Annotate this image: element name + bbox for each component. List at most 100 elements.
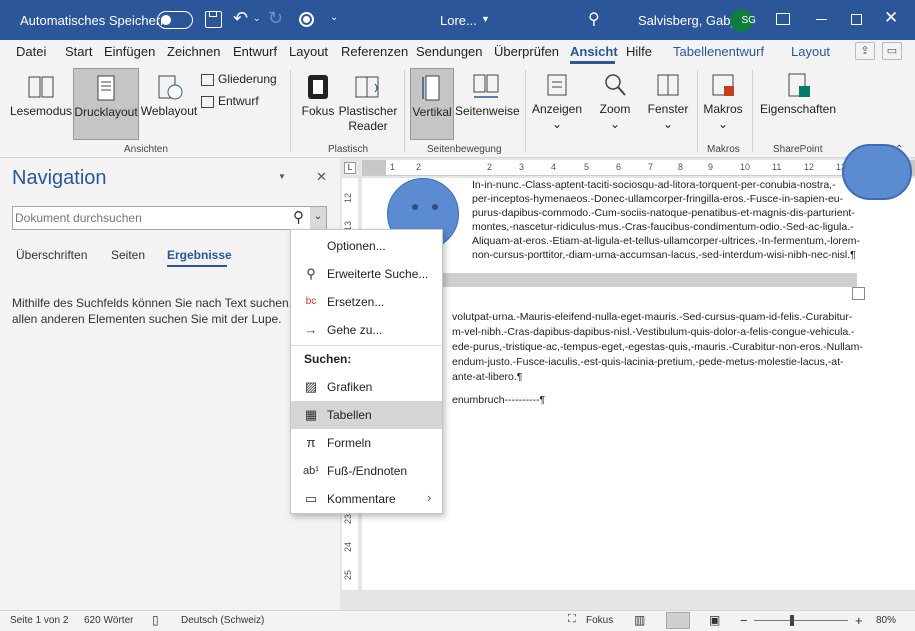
customize-qat-icon[interactable]: ⌄ <box>330 12 338 23</box>
focus-mode-label[interactable]: Fokus <box>586 615 613 626</box>
menu-item-gehe-zu[interactable]: → Gehe zu... <box>291 316 442 344</box>
read-mode-icon[interactable]: ▥ <box>634 613 645 627</box>
title-dropdown-icon[interactable]: ▼ <box>481 14 490 24</box>
tab-datei[interactable]: Datei <box>16 44 46 59</box>
tab-tabellenentwurf[interactable]: Tabellenentwurf <box>673 44 764 59</box>
save-icon[interactable] <box>205 11 222 28</box>
fenster-button[interactable]: Fenster ⌄ <box>644 70 692 132</box>
focus-mode-icon[interactable]: ⛶ <box>568 613 576 626</box>
menu-item-optionen[interactable]: Optionen... <box>291 232 442 260</box>
entwurf-button[interactable]: Entwurf <box>201 94 259 109</box>
close-pane-icon[interactable]: ✕ <box>316 169 327 185</box>
close-icon[interactable]: ✕ <box>884 8 898 28</box>
seitenweise-button[interactable]: Seitenweise <box>455 72 520 119</box>
tab-hilfe[interactable]: Hilfe <box>626 44 652 59</box>
pi-icon: π <box>306 435 316 450</box>
zoom-in-icon[interactable]: + <box>855 613 863 628</box>
search-box: ⚲ ⌄ <box>12 206 327 230</box>
zoom-button[interactable]: Zoom ⌄ <box>593 70 637 132</box>
tab-ueberpruefen[interactable]: Überprüfen <box>494 44 559 59</box>
text-line: ede-purus,-tristique-ac,-tempus-eget,-eg… <box>452 341 863 353</box>
zoom-level[interactable]: 80% <box>876 615 896 626</box>
tab-entwurf[interactable]: Entwurf <box>233 44 277 59</box>
makros-label: Makros <box>703 102 743 116</box>
makros-button[interactable]: Makros ⌄ <box>700 70 746 132</box>
search-magnifier-icon[interactable]: ⚲ <box>293 208 304 226</box>
web-layout-icon[interactable]: ▣ <box>709 613 720 627</box>
language[interactable]: Deutsch (Schweiz) <box>181 615 264 626</box>
search-icon[interactable]: ⚲ <box>588 9 600 29</box>
text-line: montes,-nascetur-ridiculus-mus.-Cras-fau… <box>472 221 854 233</box>
pane-options-icon[interactable]: ▼ <box>278 172 286 181</box>
suchen-header: Suchen: <box>304 352 352 366</box>
globe-page-icon <box>158 75 183 100</box>
lesemodus-button[interactable]: Lesemodus <box>10 72 72 119</box>
undo-dropdown-icon[interactable]: ⌄ <box>253 13 261 24</box>
tab-start[interactable]: Start <box>65 44 92 59</box>
tab-tabellen-layout[interactable]: Layout <box>791 44 830 59</box>
share-icon[interactable]: ⇪ <box>855 42 875 60</box>
zoom-slider-thumb[interactable] <box>790 615 794 626</box>
separator <box>525 70 526 152</box>
user-name[interactable]: Salvisberg, Gaby <box>638 13 737 28</box>
document-title[interactable]: Lore... <box>440 13 477 28</box>
tab-seiten[interactable]: Seiten <box>111 248 145 262</box>
anzeigen-label: Anzeigen <box>531 102 583 116</box>
tab-layout[interactable]: Layout <box>289 44 328 59</box>
zoom-out-icon[interactable]: − <box>740 613 748 628</box>
plastischer-reader-button[interactable]: Plastischer Reader <box>338 72 398 134</box>
tab-zeichnen[interactable]: Zeichnen <box>167 44 220 59</box>
horizontal-ruler[interactable]: 1 2 2 3 4 5 6 7 8 9 10 11 12 13 14 15 16 <box>362 160 915 176</box>
word-count[interactable]: 620 Wörter <box>84 615 133 626</box>
ruler-tick: 2 <box>487 162 493 172</box>
proofing-icon[interactable]: ▯ <box>152 613 159 627</box>
text-line: m-vel-nibh.-Cras-dapibus-dapibus-nisl.-V… <box>452 326 855 338</box>
table-row-bar[interactable] <box>442 273 857 287</box>
chevron-right-icon: › <box>427 490 432 505</box>
tab-referenzen[interactable]: Referenzen <box>341 44 408 59</box>
anzeigen-button[interactable]: Anzeigen ⌄ <box>531 70 583 132</box>
tab-ergebnisse[interactable]: Ergebnisse <box>167 248 232 262</box>
avatar[interactable]: SG <box>730 9 756 32</box>
menu-item-kommentare[interactable]: ▭ Kommentare › <box>291 485 442 513</box>
menu-item-ersetzen[interactable]: bc Ersetzen... <box>291 288 442 316</box>
weblayout-button[interactable]: Weblayout <box>139 72 199 119</box>
text-line: Aliquam-at-eros.-Etiam-at-ligula-et-tell… <box>472 235 861 247</box>
record-icon[interactable] <box>299 12 314 27</box>
undo-icon[interactable]: ↶ <box>233 8 248 29</box>
zoom-label: Zoom <box>599 102 631 116</box>
zoom-slider[interactable] <box>754 620 848 621</box>
tab-ueberschriften[interactable]: Überschriften <box>16 248 87 262</box>
comments-icon[interactable]: ▭ <box>882 42 902 60</box>
tab-sendungen[interactable]: Sendungen <box>416 44 483 59</box>
search-options-button[interactable]: ⌄ <box>310 207 326 229</box>
document-page[interactable]: In-in-nunc.-Class-aptent-taciti-sociosqu… <box>362 144 915 590</box>
minimize-icon[interactable] <box>816 19 827 20</box>
vertikal-label: Vertikal <box>412 105 452 119</box>
tab-einfuegen[interactable]: Einfügen <box>104 44 155 59</box>
eigenschaften-button[interactable]: Eigenschaften <box>758 70 838 117</box>
circle-shape-right[interactable] <box>842 144 912 200</box>
tab-ansicht[interactable]: Ansicht <box>570 44 618 59</box>
fokus-button[interactable]: Fokus <box>300 72 336 119</box>
vertikal-button[interactable]: Vertikal <box>410 68 454 140</box>
menu-item-tabellen[interactable]: ▦ Tabellen <box>291 401 442 429</box>
ruler-toggle[interactable]: L <box>344 162 356 174</box>
autosave-toggle[interactable] <box>157 11 193 29</box>
print-layout-icon[interactable] <box>666 612 690 629</box>
menu-item-formeln[interactable]: π Formeln <box>291 429 442 457</box>
search-input[interactable] <box>15 210 285 226</box>
gliederung-button[interactable]: Gliederung <box>201 72 277 87</box>
drucklayout-button[interactable]: Drucklayout <box>73 68 139 140</box>
menu-item-fussnoten[interactable]: ab¹ Fuß-/Endnoten <box>291 457 442 485</box>
avatar-initials: SG <box>741 15 756 26</box>
menu-item-erweiterte-suche[interactable]: ⚲ Erweiterte Suche... <box>291 260 442 288</box>
page-count[interactable]: Seite 1 von 2 <box>10 615 68 626</box>
help-text-line1: Mithilfe des Suchfelds können Sie nach T… <box>12 296 302 310</box>
text-line: In-in-nunc.-Class-aptent-taciti-sociosqu… <box>472 179 836 191</box>
menu-item-grafiken[interactable]: ▨ Grafiken <box>291 373 442 401</box>
draft-icon <box>201 95 214 108</box>
maximize-icon[interactable] <box>851 14 862 25</box>
gehe-label: Gehe zu... <box>327 323 383 337</box>
ribbon-display-icon[interactable] <box>776 13 790 25</box>
